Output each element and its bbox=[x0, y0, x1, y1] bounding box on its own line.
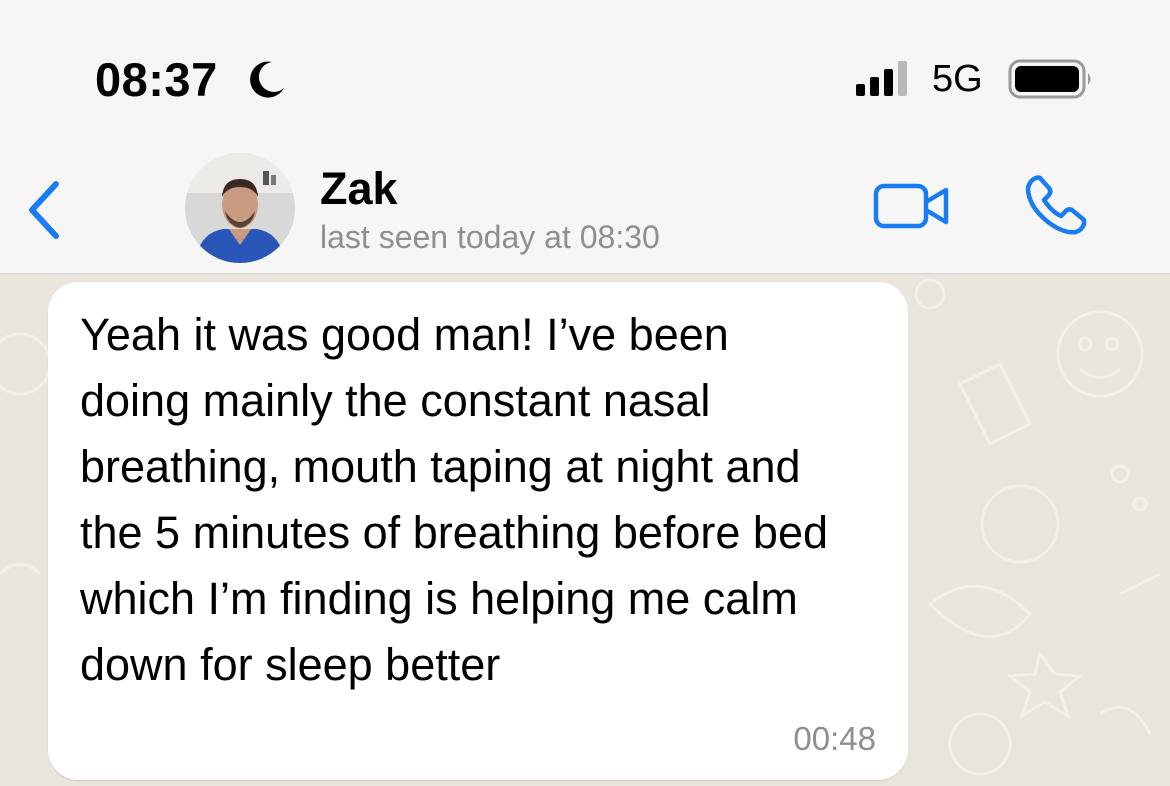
battery-icon bbox=[1008, 59, 1091, 99]
chat-area[interactable]: Yeah it was good man! I’ve been doing ma… bbox=[0, 274, 1170, 786]
moon-icon bbox=[250, 61, 284, 98]
avatar[interactable] bbox=[185, 153, 295, 263]
status-bar: 08:37 5G bbox=[0, 0, 1170, 150]
message-timestamp: 00:48 bbox=[793, 720, 876, 757]
avatar-image bbox=[185, 153, 295, 263]
status-time: 08:37 bbox=[95, 53, 218, 106]
chat-header: Zak last seen today at 08:30 bbox=[0, 150, 1170, 274]
video-camera-icon[interactable] bbox=[872, 178, 952, 234]
chevron-left-icon[interactable] bbox=[20, 178, 70, 242]
last-seen-status: last seen today at 08:30 bbox=[320, 219, 660, 255]
contact-name[interactable]: Zak bbox=[320, 163, 398, 215]
network-type: 5G bbox=[932, 58, 983, 100]
message-text: Yeah it was good man! I’ve been doing ma… bbox=[80, 309, 829, 690]
phone-icon[interactable] bbox=[1022, 172, 1088, 238]
cellular-signal-icon bbox=[856, 61, 907, 96]
incoming-message-bubble[interactable]: Yeah it was good man! I’ve been doing ma… bbox=[48, 282, 908, 780]
